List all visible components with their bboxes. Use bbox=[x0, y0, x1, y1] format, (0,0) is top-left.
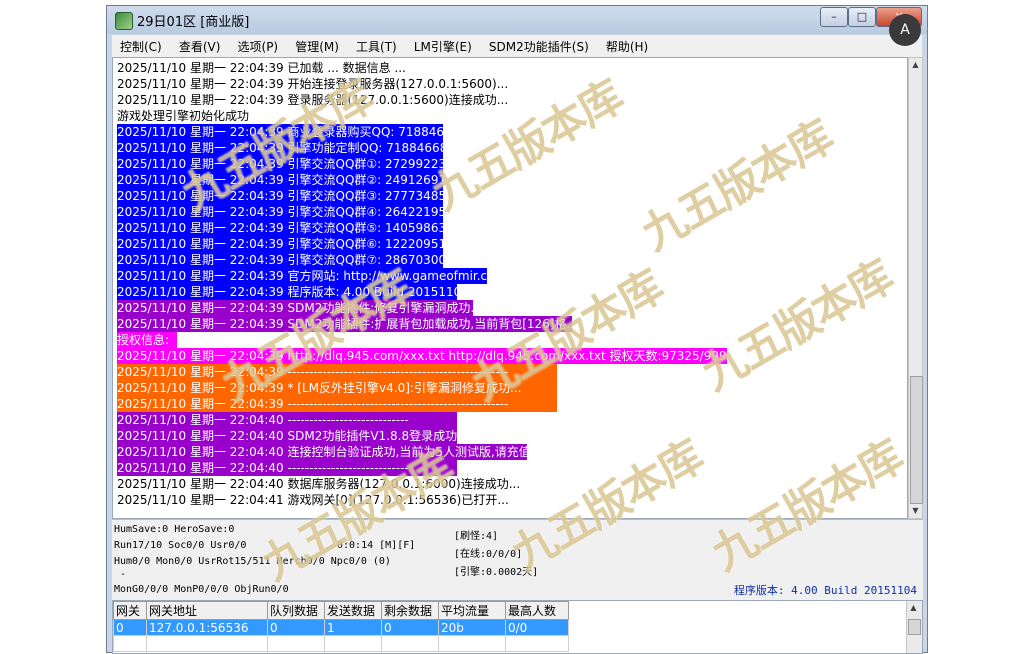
scroll-thumb[interactable] bbox=[910, 376, 923, 504]
log-scrollbar[interactable]: ▲ ▼ bbox=[908, 57, 923, 519]
window-title: 29日01区 [商业版] bbox=[137, 15, 250, 30]
log-line: 2025/11/10 星期一 22:04:39 引擎交流QQ群⑤: 140598… bbox=[117, 220, 454, 236]
log-line: 2025/11/10 星期一 22:04:41 游戏网关[0](127.0.0.… bbox=[117, 493, 509, 507]
log-line: 2025/11/10 星期一 22:04:39 程序版本: 4.00 Build… bbox=[117, 284, 469, 300]
log-line: 2025/11/10 星期一 22:04:39 引擎交流QQ群②: 249126… bbox=[117, 172, 454, 188]
log-line: 2025/11/10 星期一 22:04:39 登录服务器(127.0.0.1:… bbox=[117, 93, 509, 107]
scroll-up-icon[interactable]: ▲ bbox=[909, 58, 922, 72]
menu-help[interactable]: 帮助(H) bbox=[598, 35, 652, 55]
log-line: 2025/11/10 星期一 22:04:39 ----------------… bbox=[117, 364, 557, 380]
log-line: 2025/11/10 星期一 22:04:39 引擎功能定制QQ: 718846… bbox=[117, 140, 455, 156]
log-panel[interactable]: 2025/11/10 星期一 22:04:39 已加载 ... 数据信息 ...… bbox=[112, 57, 908, 519]
log-line: 授权信息: bbox=[117, 332, 177, 348]
cell-gateway-address: 127.0.0.1:56536 bbox=[146, 619, 268, 636]
table-row[interactable] bbox=[113, 635, 569, 652]
cell-send-data: 1 bbox=[324, 619, 382, 636]
log-line: 游戏处理引擎初始化成功 bbox=[117, 109, 250, 123]
menu-lm-engine[interactable]: LM引擎(E) bbox=[406, 35, 476, 55]
status-engine: [引擎:0.0002天] bbox=[454, 567, 539, 578]
col-send-data[interactable]: 发送数据 bbox=[324, 601, 382, 620]
title-bar[interactable]: 29日01区 [商业版] – □ ✕ bbox=[107, 6, 927, 34]
log-line: 2025/11/10 星期一 22:04:40 连接控制台验证成功,当前为5人测… bbox=[117, 444, 531, 460]
log-line: 2025/11/10 星期一 22:04:39 SDM2功能插件:扩展背包加载成… bbox=[117, 316, 578, 332]
log-line: 2025/11/10 星期一 22:04:39 ----------------… bbox=[117, 396, 557, 412]
main-window: 29日01区 [商业版] – □ ✕ 控制(C) 查看(V) 选项(P) 管理(… bbox=[106, 5, 928, 654]
log-line: 2025/11/10 星期一 22:04:39 商业登录器购买QQ: 71884… bbox=[117, 124, 467, 140]
col-remain-data[interactable]: 剩余数据 bbox=[381, 601, 439, 620]
status-run: Run17/10 Soc0/0 Usr0/0 bbox=[114, 540, 247, 551]
status-mong: MonG0/0/0 MonP0/0/0 ObjRun0/0 bbox=[114, 584, 289, 595]
status-time: 0:0:14 [M][F] bbox=[337, 540, 416, 551]
col-gateway[interactable]: 网关 bbox=[113, 601, 147, 620]
scroll-down-icon[interactable]: ▼ bbox=[909, 504, 922, 518]
status-online: [在线:0/0/0] bbox=[454, 549, 523, 560]
minimize-button[interactable]: – bbox=[820, 7, 848, 27]
menu-sdm2-plugin[interactable]: SDM2功能插件(S) bbox=[481, 35, 593, 55]
gateway-grid[interactable]: 网关 网关地址 队列数据 发送数据 剩余数据 平均流量 最高人数 0 127.0… bbox=[112, 600, 923, 654]
log-line: 2025/11/10 星期一 22:04:40 ----------------… bbox=[117, 460, 457, 476]
col-avg-flow[interactable]: 平均流量 bbox=[438, 601, 506, 620]
log-line: 2025/11/10 星期一 22:04:39 引擎交流QQ群⑦: 286703… bbox=[117, 252, 454, 268]
cell-gateway: 0 bbox=[113, 619, 147, 636]
log-line: 2025/11/10 星期一 22:04:39 引擎交流QQ群④: 264221… bbox=[117, 204, 454, 220]
cell-max-users: 0/0 bbox=[505, 619, 569, 636]
log-line: 2025/11/10 星期一 22:04:39 * [LM反外挂引擎v4.0]:… bbox=[117, 380, 557, 396]
log-line: 2025/11/10 星期一 22:04:39 已加载 ... 数据信息 ... bbox=[117, 61, 406, 75]
menu-tools[interactable]: 工具(T) bbox=[348, 35, 401, 55]
log-line: 2025/11/10 星期一 22:04:39 开始连接登录服务器(127.0.… bbox=[117, 77, 509, 91]
col-max-users[interactable]: 最高人数 bbox=[505, 601, 569, 620]
grid-scroll-up-icon[interactable]: ▲ bbox=[907, 601, 920, 615]
log-line: 2025/11/10 星期一 22:04:39 引擎交流QQ群①: 272992… bbox=[117, 156, 447, 172]
menu-control[interactable]: 控制(C) bbox=[112, 35, 166, 55]
table-row[interactable]: 0 127.0.0.1:56536 0 1 0 20b 0/0 bbox=[113, 619, 569, 636]
program-version: 程序版本: 4.00 Build 20151104 bbox=[733, 584, 917, 597]
grid-scroll-thumb[interactable] bbox=[908, 619, 921, 635]
log-line: 2025/11/10 星期一 22:04:39 SDM2功能插件:修复引擎漏洞成… bbox=[117, 300, 482, 316]
status-dash: - bbox=[120, 569, 127, 580]
status-humsave: HumSave:0 HeroSave:0 bbox=[114, 524, 235, 535]
log-line: 2025/11/10 星期一 22:04:39 引擎交流QQ群⑥: 122209… bbox=[117, 236, 454, 252]
log-line: 2025/11/10 星期一 22:04:40 SDM2功能插件V1.8.8登录… bbox=[117, 428, 469, 444]
menu-options[interactable]: 选项(P) bbox=[230, 35, 283, 55]
menu-bar: 控制(C) 查看(V) 选项(P) 管理(M) 工具(T) LM引擎(E) SD… bbox=[112, 35, 922, 58]
translate-icon[interactable]: A bbox=[889, 14, 921, 46]
log-line: 2025/11/10 星期一 22:04:40 ----------------… bbox=[117, 412, 457, 428]
log-line: 2025/11/10 星期一 22:04:39 引擎交流QQ群③: 277734… bbox=[117, 188, 454, 204]
grid-scrollbar[interactable]: ▲ bbox=[906, 601, 922, 653]
maximize-button[interactable]: □ bbox=[848, 7, 876, 27]
log-line: 2025/11/10 星期一 22:04:39 http://dlq.945.c… bbox=[117, 348, 742, 364]
log-line: 2025/11/10 星期一 22:04:40 数据库服务器(127.0.0.1… bbox=[117, 477, 521, 491]
menu-manage[interactable]: 管理(M) bbox=[287, 35, 343, 55]
log-line: 2025/11/10 星期一 22:04:39 官方网站: http://www… bbox=[117, 268, 507, 284]
status-refresh: [刷怪:4] bbox=[454, 531, 499, 542]
app-icon bbox=[115, 12, 133, 30]
menu-view[interactable]: 查看(V) bbox=[171, 35, 225, 55]
col-queue-data[interactable]: 队列数据 bbox=[267, 601, 325, 620]
col-gateway-address[interactable]: 网关地址 bbox=[146, 601, 268, 620]
status-panel: HumSave:0 HeroSave:0 Run17/10 Soc0/0 Usr… bbox=[112, 519, 923, 600]
status-hum: Hum0/0 Mon0/0 UsrRot15/511 Merch0/0 Npc0… bbox=[114, 556, 391, 567]
cell-remain-data: 0 bbox=[381, 619, 439, 636]
cell-queue-data: 0 bbox=[267, 619, 325, 636]
cell-avg-flow: 20b bbox=[438, 619, 506, 636]
